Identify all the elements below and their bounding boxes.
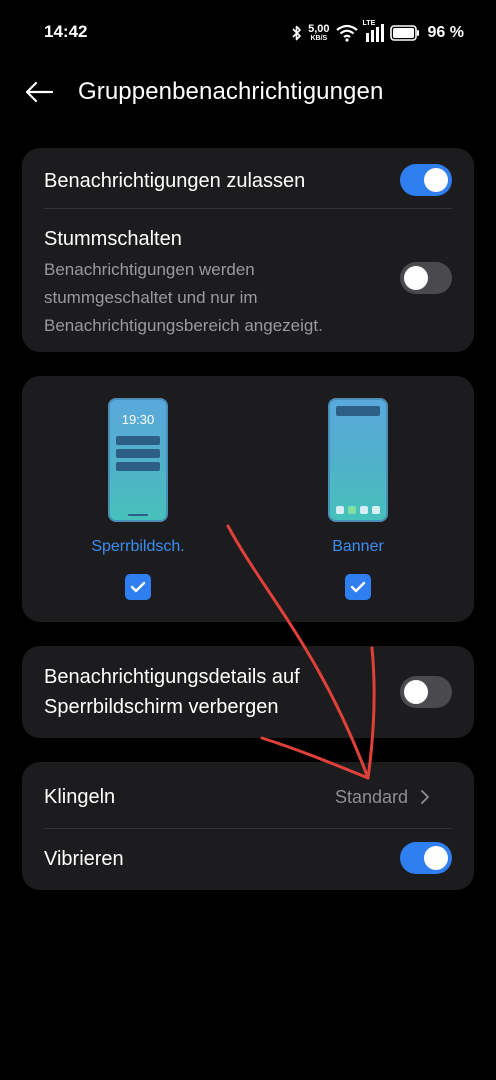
hide-details-toggle[interactable] bbox=[400, 676, 452, 708]
divider bbox=[44, 208, 452, 209]
mute-toggle[interactable] bbox=[400, 262, 452, 294]
preview-app-icon bbox=[360, 506, 368, 514]
mute-description-line: stummgeschaltet und nur im bbox=[44, 288, 258, 307]
style-label-lockscreen: Sperrbildsch. bbox=[91, 538, 185, 555]
preview-time: 19:30 bbox=[121, 412, 155, 427]
app-header: Gruppenbenachrichtigungen bbox=[0, 70, 496, 114]
mute-description: Benachrichtigungen werden stummgeschalte… bbox=[44, 256, 384, 340]
hide-details-label-line: Benachrichtigungsdetails auf bbox=[44, 666, 300, 688]
back-button[interactable] bbox=[22, 76, 56, 108]
page-title: Gruppenbenachrichtigungen bbox=[78, 78, 384, 105]
sound-card: Klingeln Standard Vibrieren bbox=[22, 762, 474, 890]
preview-dock bbox=[336, 506, 380, 514]
chevron-right-icon bbox=[421, 790, 429, 804]
notification-settings-screen: 14:42 5,00 KB/S LTE 96 % Gruppenbenachri… bbox=[0, 0, 496, 1080]
arrow-left-icon bbox=[25, 81, 54, 103]
notifications-card: Benachrichtigungen zulassen Stummschalte… bbox=[22, 148, 474, 352]
mute-row[interactable]: Stummschalten Benachrichtigungen werden … bbox=[44, 224, 384, 340]
style-option-lockscreen[interactable]: 19:30 Sperrbildsch. bbox=[78, 398, 198, 600]
toggle-knob bbox=[424, 168, 448, 192]
net-speed: 5,00 KB/S bbox=[308, 23, 330, 43]
ringtone-row[interactable]: Klingeln Standard bbox=[44, 782, 452, 814]
preview-app-icon bbox=[372, 506, 380, 514]
lockscreen-preview: 19:30 bbox=[108, 398, 168, 522]
network-type-label: LTE bbox=[362, 20, 376, 27]
preview-home-bar bbox=[128, 514, 148, 516]
divider bbox=[44, 828, 452, 829]
lockscreen-checkbox[interactable] bbox=[125, 574, 151, 600]
battery-percent: 96 % bbox=[427, 24, 464, 41]
mute-description-line: Benachrichtigungen werden bbox=[44, 260, 255, 279]
vibrate-label: Vibrieren bbox=[44, 848, 124, 870]
allow-notifications-label: Benachrichtigungen zulassen bbox=[44, 170, 306, 192]
bluetooth-icon bbox=[292, 24, 302, 42]
status-bar: 14:42 5,00 KB/S LTE 96 % bbox=[0, 0, 496, 64]
banner-preview bbox=[328, 398, 388, 522]
mute-label: Stummschalten bbox=[44, 228, 182, 250]
toggle-knob bbox=[404, 266, 428, 290]
check-icon bbox=[130, 581, 146, 593]
notification-styles-card: 19:30 Sperrbildsch. Banner bbox=[22, 376, 474, 622]
allow-notifications-row[interactable]: Benachrichtigungen zulassen bbox=[44, 166, 452, 196]
allow-notifications-toggle[interactable] bbox=[400, 164, 452, 196]
style-option-banner[interactable]: Banner bbox=[298, 398, 418, 600]
status-icons: 5,00 KB/S LTE 96 % bbox=[292, 20, 464, 46]
preview-notification-bar bbox=[116, 449, 160, 458]
wifi-icon bbox=[335, 24, 358, 42]
vibrate-toggle[interactable] bbox=[400, 842, 452, 874]
mute-description-line: Benachrichtigungsbereich angezeigt. bbox=[44, 316, 323, 335]
banner-checkbox[interactable] bbox=[345, 574, 371, 600]
net-speed-unit: KB/S bbox=[310, 35, 328, 42]
signal-icon: LTE bbox=[363, 20, 384, 42]
vibrate-row[interactable]: Vibrieren bbox=[44, 844, 452, 874]
preview-banner-bar bbox=[336, 406, 380, 416]
toggle-knob bbox=[404, 680, 428, 704]
preview-app-icon bbox=[336, 506, 344, 514]
hide-details-label: Benachrichtigungsdetails auf Sperrbildsc… bbox=[44, 662, 384, 722]
ringtone-value: Standard bbox=[334, 787, 408, 807]
status-time: 14:42 bbox=[44, 22, 88, 41]
hide-details-label-line: Sperrbildschirm verbergen bbox=[44, 696, 279, 718]
toggle-knob bbox=[424, 846, 448, 870]
preview-notification-bar bbox=[116, 436, 160, 445]
lockscreen-details-card: Benachrichtigungsdetails auf Sperrbildsc… bbox=[22, 646, 474, 738]
style-label-banner: Banner bbox=[332, 538, 384, 555]
preview-app-icon bbox=[348, 506, 356, 514]
battery-icon bbox=[389, 25, 420, 41]
check-icon bbox=[350, 581, 366, 593]
hide-details-row[interactable]: Benachrichtigungsdetails auf Sperrbildsc… bbox=[44, 662, 384, 722]
net-speed-value: 5,00 bbox=[308, 23, 330, 35]
preview-notification-bar bbox=[116, 462, 160, 471]
